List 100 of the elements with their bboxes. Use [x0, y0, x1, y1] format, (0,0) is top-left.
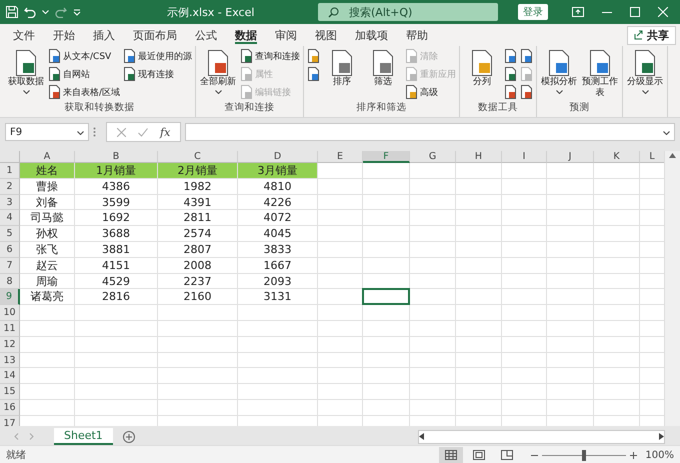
ribbon-button[interactable]	[520, 84, 534, 100]
row-header[interactable]: 1	[0, 163, 20, 179]
search-field[interactable]: 搜索(Alt+Q)	[318, 3, 498, 21]
row-header[interactable]: 6	[0, 242, 20, 258]
ribbon-button[interactable]	[504, 66, 518, 82]
slider-thumb[interactable]	[582, 450, 586, 460]
ribbon-tab[interactable]: 文件	[4, 24, 44, 46]
ribbon-button[interactable]: 模拟分析	[540, 48, 578, 95]
add-sheet-icon[interactable]	[122, 430, 135, 442]
ribbon-tab[interactable]: 公式	[186, 24, 226, 46]
ribbon-tab[interactable]: 帮助	[397, 24, 437, 46]
column-header[interactable]: H	[456, 151, 502, 163]
scroll-left-icon[interactable]	[419, 433, 424, 440]
sign-in-button[interactable]: 登录	[518, 4, 548, 20]
row-header[interactable]: 17	[0, 416, 20, 426]
ribbon-button[interactable]: 全部刷新	[199, 48, 238, 95]
row-header[interactable]: 4	[0, 210, 20, 226]
document-icon	[504, 67, 518, 81]
table-cell	[456, 178, 502, 195]
column-header[interactable]: J	[547, 151, 594, 163]
ribbon-button[interactable]: 获取数据	[7, 48, 45, 95]
table-cell: 张飞	[20, 242, 75, 258]
ribbon-button[interactable]: 排序	[323, 48, 362, 89]
save-icon[interactable]	[6, 6, 18, 18]
table-cell	[456, 305, 502, 321]
column-header[interactable]: E	[318, 151, 363, 163]
column-header[interactable]: C	[158, 151, 238, 163]
name-box[interactable]: F9	[5, 123, 89, 141]
row-header[interactable]: 11	[0, 320, 20, 337]
ribbon-display-icon[interactable]	[572, 7, 584, 17]
row-header[interactable]: 8	[0, 274, 20, 290]
ribbon-button[interactable]: 来自表格/区域	[48, 84, 120, 100]
table-cell	[318, 305, 363, 321]
ribbon-button[interactable]: 查询和连接	[240, 48, 300, 64]
scroll-up-icon[interactable]	[669, 153, 676, 158]
ribbon-button[interactable]: 筛选	[364, 48, 402, 89]
ribbon-tab[interactable]: 视图	[306, 24, 346, 46]
column-header[interactable]: K	[594, 151, 640, 163]
table-cell: 2093	[238, 274, 318, 290]
column-header[interactable]: G	[410, 151, 456, 163]
ribbon-tab[interactable]: 插入	[84, 24, 124, 46]
ribbon-tab[interactable]: 页面布局	[124, 24, 186, 46]
table-cell	[410, 368, 456, 384]
table-cell	[410, 163, 456, 179]
document-icon	[48, 67, 61, 81]
row-header[interactable]: 3	[0, 194, 20, 210]
row-header[interactable]: 16	[0, 400, 20, 416]
ribbon-tab[interactable]: 加载项	[346, 24, 397, 46]
ribbon-button[interactable]	[307, 48, 320, 64]
row-header[interactable]: 2	[0, 178, 20, 195]
table-cell: 2807	[158, 242, 238, 258]
ribbon-button[interactable]: 自网站	[48, 66, 120, 82]
sheet-tab[interactable]: Sheet1	[54, 428, 113, 445]
table-cell	[456, 242, 502, 258]
row-header[interactable]: 10	[0, 305, 20, 321]
ribbon-button[interactable]: 分列	[463, 48, 502, 89]
row-header[interactable]: 13	[0, 352, 20, 368]
table-cell	[547, 400, 594, 416]
column-header[interactable]: F	[363, 151, 410, 163]
column-header[interactable]: I	[502, 151, 547, 163]
row-header[interactable]: 15	[0, 384, 20, 400]
table-cell	[547, 352, 594, 368]
row-header[interactable]: 5	[0, 226, 20, 242]
row-header[interactable]: 12	[0, 336, 20, 353]
row-header[interactable]: 7	[0, 258, 20, 274]
table-cell	[410, 258, 456, 274]
ribbon-tab[interactable]: 审阅	[266, 24, 306, 46]
ribbon-button[interactable]	[307, 66, 320, 82]
ribbon-tab[interactable]: 开始	[44, 24, 84, 46]
table-cell: 司马懿	[20, 210, 75, 226]
table-cell	[547, 258, 594, 274]
ribbon-button[interactable]: 最近使用的源	[123, 48, 192, 64]
ribbon-button[interactable]: 预测工作表	[581, 48, 620, 100]
ribbon-button[interactable]: 从文本/CSV	[48, 48, 120, 64]
close-icon[interactable]	[658, 7, 668, 17]
ribbon-button[interactable]	[504, 84, 518, 100]
customize-icon[interactable]	[73, 8, 81, 16]
undo-icon[interactable]	[24, 6, 36, 18]
row-header[interactable]: 14	[0, 368, 20, 384]
horizontal-scrollbar[interactable]	[418, 430, 665, 444]
scroll-right-icon[interactable]	[659, 433, 664, 440]
table-cell	[456, 336, 502, 353]
redo-icon[interactable]	[55, 6, 67, 18]
maximize-icon[interactable]	[630, 7, 640, 17]
ribbon-button[interactable]: 分级显示	[626, 48, 664, 95]
ribbon-button[interactable]	[520, 48, 534, 64]
formula-input[interactable]	[185, 123, 675, 141]
column-header[interactable]: L	[640, 151, 664, 163]
column-header[interactable]: A	[20, 151, 75, 163]
view-button[interactable]	[439, 447, 464, 463]
ribbon-tab[interactable]: 数据	[226, 24, 266, 46]
ribbon-button[interactable]: 高级	[405, 84, 456, 100]
share-button[interactable]: 共享	[627, 26, 676, 44]
ribbon-button[interactable]: 现有连接	[123, 66, 192, 82]
column-header[interactable]: D	[238, 151, 318, 163]
column-header[interactable]: B	[75, 151, 158, 163]
row-header[interactable]: 9	[0, 289, 20, 306]
insert-function-button[interactable]: fx	[160, 126, 170, 138]
ribbon-button[interactable]	[504, 48, 518, 64]
zoom-in-icon[interactable]	[630, 452, 638, 458]
